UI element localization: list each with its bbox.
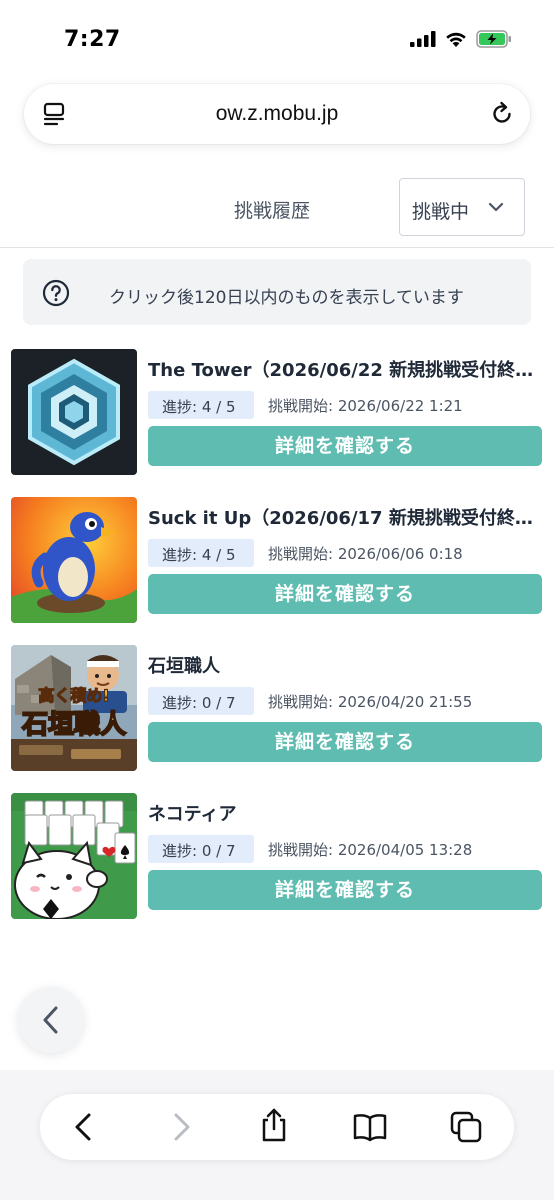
back-icon[interactable] bbox=[66, 1109, 102, 1145]
status-icons bbox=[410, 30, 512, 48]
status-bar: 7:27 bbox=[0, 0, 554, 80]
challenge-title: 石垣職人 bbox=[148, 656, 220, 677]
toolbar-pill bbox=[40, 1094, 514, 1160]
view-details-button[interactable]: 詳細を確認する bbox=[148, 870, 542, 910]
header-divider bbox=[0, 247, 554, 248]
chevron-left-icon bbox=[43, 1006, 58, 1034]
challenge-item: 高く積め! 石垣職人 石垣職人 進捗: 0 / 7 挑戦開始: 2026/04/… bbox=[0, 645, 554, 773]
status-select-value: 挑戦中 bbox=[412, 201, 470, 223]
challenge-start-time: 挑戦開始: 2026/06/22 1:21 bbox=[268, 397, 463, 415]
help-circle-icon bbox=[42, 279, 70, 307]
view-details-button[interactable]: 詳細を確認する bbox=[148, 722, 542, 762]
challenge-item: ネコティア 進捗: 0 / 7 挑戦開始: 2026/04/05 13:28 詳… bbox=[0, 793, 554, 921]
notice-box: クリック後120日以内のものを表示しています bbox=[23, 259, 531, 325]
challenge-history-label[interactable]: 挑戦履歴 bbox=[234, 196, 310, 223]
share-icon[interactable] bbox=[256, 1107, 292, 1143]
progress-badge: 進捗: 0 / 7 bbox=[148, 687, 254, 715]
battery-charging-icon bbox=[476, 30, 511, 48]
view-details-button[interactable]: 詳細を確認する bbox=[148, 574, 542, 614]
page-back-button[interactable] bbox=[18, 987, 84, 1053]
challenge-title: The Tower（2026/06/22 新規挑戦受付終了） bbox=[148, 360, 546, 381]
browser-toolbar bbox=[0, 1070, 554, 1200]
url-text[interactable]: ow.z.mobu.jp bbox=[24, 102, 530, 126]
game-thumbnail-suck-it-up[interactable] bbox=[11, 497, 137, 623]
chevron-down-icon bbox=[488, 202, 504, 212]
progress-badge: 進捗: 0 / 7 bbox=[148, 835, 254, 863]
challenge-item: The Tower（2026/06/22 新規挑戦受付終了） 進捗: 4 / 5… bbox=[0, 349, 554, 477]
challenge-status-select[interactable]: 挑戦中 bbox=[399, 178, 525, 236]
signal-icon bbox=[410, 31, 436, 47]
bookmarks-icon[interactable] bbox=[352, 1109, 388, 1145]
notice-text: クリック後120日以内のものを表示しています bbox=[109, 288, 464, 308]
stone-game-logo-main: 石垣職人 bbox=[21, 710, 126, 740]
stone-game-logo-top: 高く積め! bbox=[38, 686, 109, 705]
challenge-start-time: 挑戦開始: 2026/04/20 21:55 bbox=[268, 693, 473, 711]
address-bar[interactable]: ow.z.mobu.jp bbox=[24, 84, 530, 144]
status-time: 7:27 bbox=[64, 27, 121, 52]
wifi-icon bbox=[446, 32, 466, 47]
challenge-title: ネコティア bbox=[148, 804, 237, 825]
challenge-start-time: 挑戦開始: 2026/06/06 0:18 bbox=[268, 545, 463, 563]
game-thumbnail-stone-wall[interactable]: 高く積め! 石垣職人 bbox=[11, 645, 137, 771]
progress-badge: 進捗: 4 / 5 bbox=[148, 391, 254, 419]
challenge-start-time: 挑戦開始: 2026/04/05 13:28 bbox=[268, 841, 473, 859]
forward-icon[interactable] bbox=[163, 1109, 199, 1145]
challenge-item: Suck it Up（2026/06/17 新規挑戦受付終了） 進捗: 4 / … bbox=[0, 497, 554, 625]
progress-badge: 進捗: 4 / 5 bbox=[148, 539, 254, 567]
game-thumbnail-nekotia[interactable] bbox=[11, 793, 137, 919]
tabs-icon[interactable] bbox=[448, 1109, 484, 1145]
challenge-title: Suck it Up（2026/06/17 新規挑戦受付終了） bbox=[148, 508, 546, 529]
view-details-button[interactable]: 詳細を確認する bbox=[148, 426, 542, 466]
reload-icon[interactable] bbox=[488, 100, 516, 128]
game-thumbnail-the-tower[interactable] bbox=[11, 349, 137, 475]
